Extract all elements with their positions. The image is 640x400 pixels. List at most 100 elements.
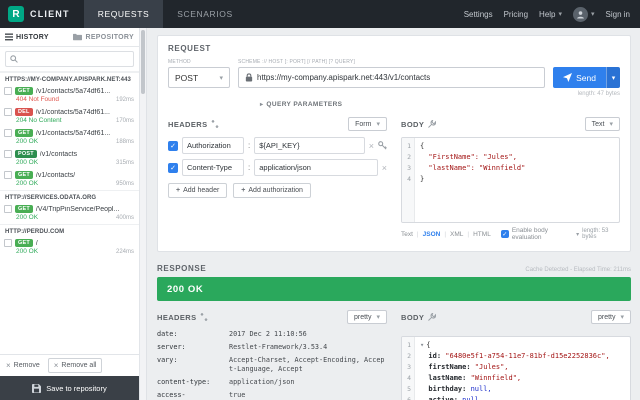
history-item[interactable]: GET/v1/contacts/5a74df61... 200 OK 188ms xyxy=(0,127,139,148)
add-header-button[interactable]: + Add header xyxy=(168,183,228,198)
tab-requests[interactable]: REQUESTS xyxy=(83,0,164,28)
request-body-code[interactable]: { "FirstName": "Jules", "lastName": "Win… xyxy=(415,138,619,222)
status-badge: 200 OK xyxy=(16,159,39,166)
header-row: ✓ : × xyxy=(168,137,387,154)
pricing-link[interactable]: Pricing xyxy=(504,10,528,19)
close-icon: × xyxy=(6,361,11,370)
remove-header-icon[interactable]: × xyxy=(382,163,387,173)
chevron-down-icon: ▾ xyxy=(558,11,563,18)
history-item[interactable]: GET/v1/contacts/ 200 OK 950ms xyxy=(0,169,139,190)
user-menu[interactable]: ▾ xyxy=(573,6,595,22)
header-value-input[interactable] xyxy=(254,159,378,176)
history-filter-input[interactable] xyxy=(21,55,129,63)
query-parameters-toggle[interactable]: ▸ QUERY PARAMETERS xyxy=(260,101,620,108)
header-name-input[interactable] xyxy=(182,159,244,176)
history-item[interactable]: DEL/v1/contacts/5a74df61... 204 No Conte… xyxy=(0,106,139,127)
status-badge: 200 OK xyxy=(16,214,39,221)
item-checkbox[interactable] xyxy=(4,87,12,95)
response-body-mode-select[interactable]: pretty ▾ xyxy=(590,310,631,324)
signin-link[interactable]: Sign in xyxy=(606,10,630,19)
header-name-input[interactable] xyxy=(182,137,244,154)
wrench-icon[interactable] xyxy=(428,313,437,321)
method-badge: POST xyxy=(15,150,37,158)
key-icon[interactable] xyxy=(378,141,387,150)
close-icon: × xyxy=(53,361,59,370)
item-checkbox[interactable] xyxy=(4,239,12,247)
response-body-code: ▾{ id: "6480e5f1-a754-11e7-81bf-d15e2252… xyxy=(420,341,610,400)
headers-mode-select[interactable]: Form ▾ xyxy=(348,117,387,131)
item-checkbox[interactable] xyxy=(4,129,12,137)
brand-label: CLIENT xyxy=(30,9,70,19)
item-checkbox[interactable] xyxy=(4,205,12,213)
scrollbar-thumb[interactable] xyxy=(141,30,145,94)
response-body-viewer: 1 2 3 4 5 6 7 ▾{ id: "6480e5f1-a754-11e7… xyxy=(401,336,631,400)
status-badge: 204 No Content xyxy=(16,117,62,124)
history-item[interactable]: GET/ 200 OK 224ms xyxy=(0,237,139,258)
response-status-banner: 200 OK xyxy=(157,277,631,301)
history-list: HTTPS://MY-COMPANY.APISPARK.NET:443 GET /… xyxy=(0,72,139,354)
body-evaluation-checkbox[interactable]: ✓ xyxy=(500,230,509,238)
person-icon xyxy=(577,10,584,18)
method-badge: GET xyxy=(15,87,33,95)
fold-caret-icon[interactable]: ▾ xyxy=(420,341,424,349)
format-xml[interactable]: XML xyxy=(450,231,463,238)
item-checkbox[interactable] xyxy=(4,171,12,179)
url-field[interactable] xyxy=(238,67,546,88)
response-header-row: server: Restlet-Framework/3.53.4 xyxy=(157,343,328,351)
response-header-row: content-type: application/json xyxy=(157,378,295,386)
info-icon: ▾ xyxy=(576,231,580,238)
method-select[interactable]: POST ▾ xyxy=(168,67,230,88)
request-headers-section: HEADERS Form▾ ✓ : × ✓ : × xyxy=(168,117,387,241)
request-body-editor[interactable]: 1 2 3 4 { "FirstName": "Jules", "lastNam… xyxy=(401,137,620,223)
sidebar: HISTORY REPOSITORY HTTPS://MY-COMPANY.AP… xyxy=(0,28,140,400)
remove-button[interactable]: × Remove xyxy=(6,361,40,370)
method-label: METHOD xyxy=(168,59,191,65)
line-numbers: 1 2 3 4 xyxy=(402,138,415,222)
help-menu[interactable]: Help ▾ xyxy=(539,10,562,19)
request-title: REQUEST xyxy=(168,44,211,53)
history-item[interactable]: GET/v1/contacts/5a74df61... 404 Not Foun… xyxy=(0,85,139,106)
header-enabled-checkbox[interactable]: ✓ xyxy=(168,162,178,173)
format-text[interactable]: Text xyxy=(401,231,413,238)
settings-link[interactable]: Settings xyxy=(464,10,493,19)
sort-arrows-icon[interactable] xyxy=(200,313,209,321)
sidebar-scrollbar[interactable] xyxy=(140,28,147,400)
body-mode-select[interactable]: Text ▾ xyxy=(584,117,620,131)
tab-repository[interactable]: REPOSITORY xyxy=(68,28,139,46)
format-json[interactable]: JSON xyxy=(423,231,441,238)
folder-icon xyxy=(73,33,83,41)
plus-icon: + xyxy=(176,187,181,194)
send-icon xyxy=(563,73,573,82)
chevron-down-icon: ▾ xyxy=(611,74,616,82)
status-badge: 404 Not Found xyxy=(16,96,60,103)
chevron-down-icon: ▾ xyxy=(609,121,613,128)
response-headers-mode-select[interactable]: pretty ▾ xyxy=(346,310,387,324)
send-button[interactable]: Send xyxy=(553,67,606,88)
tab-history[interactable]: HISTORY xyxy=(0,28,68,46)
history-item[interactable]: POST/v1/contacts 200 OK 315ms xyxy=(0,148,139,169)
remove-header-icon[interactable]: × xyxy=(369,141,374,151)
header-value-input[interactable] xyxy=(254,137,365,154)
status-badge: 200 OK xyxy=(16,180,39,187)
sort-arrows-icon[interactable] xyxy=(211,120,220,128)
item-checkbox[interactable] xyxy=(4,150,12,158)
header-enabled-checkbox[interactable]: ✓ xyxy=(168,140,178,151)
tab-scenarios[interactable]: SCENARIOS xyxy=(163,0,246,28)
app-logo[interactable]: R xyxy=(8,6,24,22)
response-header-row: access-control...:true xyxy=(157,391,246,399)
wrench-icon[interactable] xyxy=(428,120,437,128)
chevron-right-icon: ▸ xyxy=(260,102,264,108)
item-checkbox[interactable] xyxy=(4,108,12,116)
method-badge: GET xyxy=(15,171,33,179)
response-header-row: vary: Accept-Charset, Accept-Encoding, Ac… xyxy=(157,356,385,373)
send-options-button[interactable]: ▾ xyxy=(606,67,620,88)
url-input[interactable] xyxy=(257,73,539,82)
remove-all-button[interactable]: × Remove all xyxy=(47,358,103,373)
history-item[interactable]: GET/V4/TripPinService/Peopl... 200 OK 400… xyxy=(0,203,139,224)
add-authorization-button[interactable]: + Add authorization xyxy=(233,183,311,198)
line-numbers: 1 2 3 4 5 6 7 xyxy=(402,337,415,400)
method-badge: DEL xyxy=(15,108,33,116)
lock-icon xyxy=(245,73,253,82)
format-html[interactable]: HTML xyxy=(473,231,491,238)
save-to-repository-button[interactable]: Save to repository xyxy=(0,376,139,400)
